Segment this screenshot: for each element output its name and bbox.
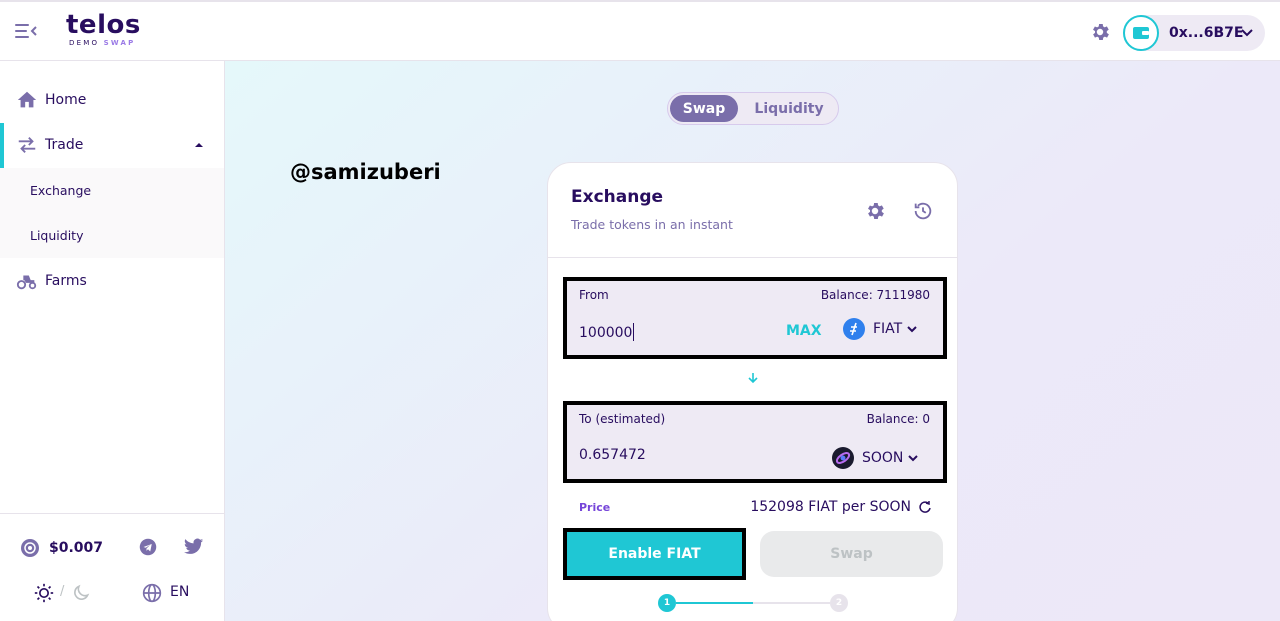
price-row: Price 152098 FIAT per SOON	[563, 497, 947, 517]
token-price: $0.007	[49, 540, 104, 556]
sidebar: Home Trade Exchange Liquidity Farms $0.0…	[0, 61, 225, 621]
telos-token-icon	[21, 539, 39, 557]
globe-icon[interactable]	[142, 583, 162, 603]
fiat-token-icon	[843, 318, 865, 340]
sidebar-item-label: Home	[45, 91, 87, 108]
chevron-down-icon	[1241, 29, 1253, 37]
farms-icon	[16, 275, 37, 289]
sidebar-item-label: Exchange	[30, 183, 92, 198]
chevron-down-icon	[908, 455, 919, 462]
arrow-down-icon[interactable]	[746, 371, 760, 385]
telegram-icon[interactable]	[139, 538, 157, 556]
from-token-name: FIAT	[873, 321, 903, 337]
from-balance: Balance: 7111980	[820, 288, 930, 302]
settings-gear-icon[interactable]	[864, 200, 886, 222]
from-label: From	[579, 288, 609, 302]
price-label: Price	[579, 501, 611, 514]
sidebar-item-label: Trade	[45, 136, 84, 153]
logo[interactable]: telos DEMO SWAP	[66, 12, 141, 47]
to-balance: Balance: 0	[866, 412, 930, 426]
tab-swap[interactable]: Swap	[670, 95, 738, 122]
moon-icon[interactable]	[71, 583, 91, 603]
price-value: 152098 FIAT per SOON	[750, 499, 911, 515]
sidebar-footer: $0.007 / EN	[0, 513, 224, 621]
card-title: Exchange	[571, 187, 664, 207]
enable-fiat-button[interactable]: Enable FIAT	[563, 528, 746, 580]
caret-up-icon	[195, 143, 203, 147]
sidebar-item-exchange[interactable]: Exchange	[0, 168, 224, 213]
to-token-select[interactable]: SOON	[832, 447, 919, 469]
from-input-panel: From Balance: 7111980 100000 MAX FIAT	[563, 277, 947, 359]
swap-liquidity-switcher: Swap Liquidity	[667, 92, 839, 125]
wallet-address: 0x...6B7E	[1169, 25, 1244, 41]
to-input-panel: To (estimated) Balance: 0 0.657472 SOON	[563, 401, 947, 483]
language-label[interactable]: EN	[170, 584, 189, 600]
settings-gear-icon[interactable]	[1089, 21, 1111, 43]
to-amount-input[interactable]: 0.657472	[579, 447, 646, 463]
history-icon[interactable]	[912, 200, 934, 222]
card-header: Exchange Trade tokens in an instant	[548, 163, 957, 258]
from-token-select[interactable]: FIAT	[843, 318, 918, 340]
home-icon	[17, 91, 37, 107]
trade-icon	[18, 136, 36, 153]
sidebar-item-label: Liquidity	[30, 228, 84, 243]
to-token-name: SOON	[862, 450, 904, 466]
sidebar-item-farms[interactable]: Farms	[0, 258, 224, 303]
soon-token-icon	[832, 447, 854, 469]
sidebar-item-liquidity[interactable]: Liquidity	[0, 213, 224, 258]
sidebar-item-home[interactable]: Home	[0, 77, 224, 122]
theme-separator: /	[60, 584, 65, 599]
card-subtitle: Trade tokens in an instant	[571, 217, 733, 232]
max-button[interactable]: MAX	[786, 323, 822, 339]
watermark-text: @samizuberi	[290, 160, 441, 184]
wallet-button[interactable]: 0x...6B7E	[1123, 15, 1265, 51]
sun-icon[interactable]	[34, 583, 54, 603]
sidebar-item-trade[interactable]: Trade	[0, 122, 224, 167]
wallet-icon	[1123, 15, 1159, 51]
chevron-down-icon	[907, 326, 917, 333]
tab-liquidity[interactable]: Liquidity	[742, 95, 836, 122]
logo-subtitle: DEMO SWAP	[69, 39, 136, 47]
step-1: 1	[658, 594, 676, 612]
to-label: To (estimated)	[579, 412, 666, 426]
menu-collapse-icon[interactable]	[15, 22, 37, 40]
token-price-badge[interactable]: $0.007	[20, 538, 103, 558]
step-line-fill	[676, 602, 753, 604]
refresh-icon[interactable]	[917, 499, 933, 515]
step-2: 2	[830, 594, 848, 612]
logo-text: telos	[66, 10, 141, 40]
from-amount-input[interactable]: 100000	[579, 323, 635, 341]
progress-stepper: 1 2	[658, 593, 848, 613]
main-content: Swap Liquidity @samizuberi Exchange Trad…	[225, 61, 1280, 621]
sidebar-item-label: Farms	[45, 272, 87, 289]
twitter-icon[interactable]	[184, 538, 204, 556]
swap-button[interactable]: Swap	[760, 531, 943, 577]
exchange-card: Exchange Trade tokens in an instant From…	[547, 162, 958, 621]
top-header: telos DEMO SWAP 0x...6B7E	[0, 0, 1280, 61]
